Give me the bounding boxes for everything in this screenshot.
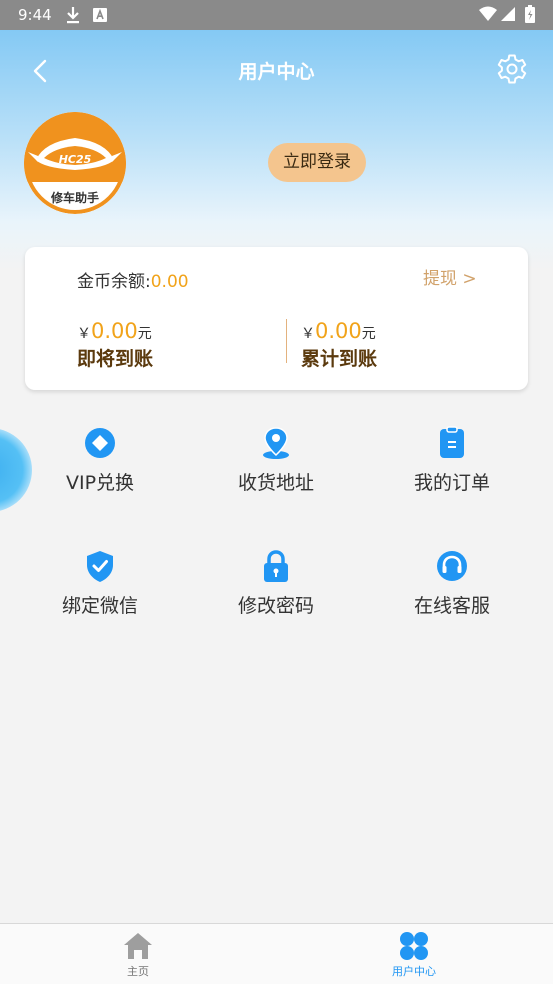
menu-shipping-address[interactable]: 收货地址	[206, 426, 346, 495]
total-label: 累计到账	[301, 348, 378, 370]
coin-balance-row: 金币余额:0.00	[77, 267, 189, 292]
bottom-navigation: 主页 用户中心	[0, 923, 553, 984]
pending-amount: 0.00	[91, 319, 138, 343]
menu-label: VIP兑换	[65, 472, 135, 494]
text-a-icon	[93, 8, 107, 22]
avatar[interactable]: HC25 修车助手	[24, 112, 126, 214]
status-time: 9:44	[18, 6, 52, 24]
menu-change-password[interactable]: 修改密码	[206, 549, 346, 618]
lock-icon	[264, 550, 288, 582]
nav-home-label: 主页	[127, 965, 149, 978]
menu-label: 收货地址	[237, 472, 314, 494]
status-bar: 9:44	[0, 0, 553, 30]
vip-icon	[85, 428, 115, 458]
menu-my-orders[interactable]: 我的订单	[382, 426, 522, 495]
menu-bind-wechat[interactable]: 绑定微信	[30, 549, 170, 618]
order-clipboard-icon	[440, 426, 464, 458]
menu-label: 修改密码	[237, 595, 314, 617]
shield-check-icon	[87, 551, 113, 582]
logo-caption: 修车助手	[50, 191, 99, 205]
wifi-icon	[479, 6, 497, 21]
headset-icon	[437, 551, 467, 581]
coin-balance-label: 金币余额:	[77, 272, 151, 292]
page-title: 用户中心	[238, 61, 315, 83]
logo-brand-text: HC25	[58, 153, 92, 166]
total-currency: ￥	[301, 326, 315, 342]
nav-home[interactable]: 主页	[98, 930, 178, 979]
menu-label: 绑定微信	[61, 595, 138, 617]
signal-icon	[501, 7, 515, 21]
pending-income: ￥0.00元 即将到账	[77, 319, 153, 371]
total-amount: 0.00	[315, 319, 362, 343]
menu-online-service[interactable]: 在线客服	[382, 549, 522, 618]
wallet-card: 金币余额:0.00 提现 > ￥0.00元 即将到账 ￥0.00元 累计到账	[25, 247, 528, 390]
pending-unit: 元	[137, 326, 152, 342]
user-center-screen: 9:44 用户中心 HC25 修车助手 立即登录 金币余额:0.00 提现 > …	[0, 0, 553, 984]
battery-icon	[525, 5, 535, 23]
total-income: ￥0.00元 累计到账	[301, 319, 377, 371]
location-pin-icon	[263, 427, 289, 459]
home-icon	[124, 933, 152, 959]
withdraw-link[interactable]: 提现 >	[423, 264, 477, 289]
menu-label: 在线客服	[413, 595, 490, 617]
grid-icon	[400, 932, 428, 960]
total-unit: 元	[361, 326, 376, 342]
login-button[interactable]: 立即登录	[268, 143, 366, 182]
nav-user-center-label: 用户中心	[392, 965, 436, 978]
menu-vip-exchange[interactable]: VIP兑换	[30, 426, 170, 495]
nav-user-center[interactable]: 用户中心	[374, 930, 454, 979]
floating-assistant-bubble[interactable]	[0, 428, 32, 512]
settings-gear-icon[interactable]	[496, 52, 528, 84]
pending-currency: ￥	[77, 326, 91, 342]
coin-balance-value: 0.00	[150, 272, 189, 292]
stat-divider	[286, 319, 287, 363]
pending-label: 即将到账	[77, 348, 154, 370]
menu-label: 我的订单	[413, 472, 490, 494]
download-icon	[67, 7, 79, 24]
